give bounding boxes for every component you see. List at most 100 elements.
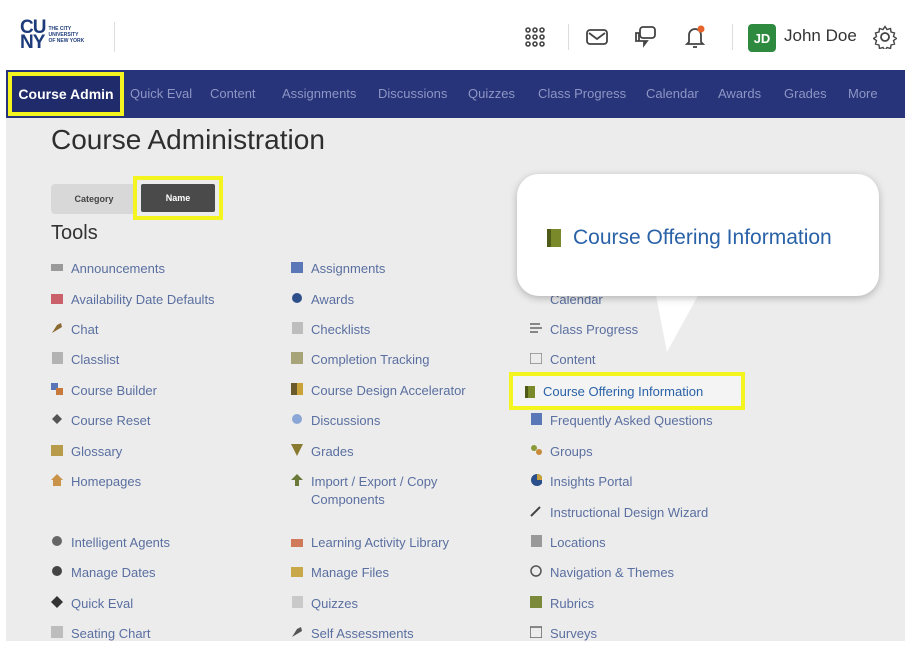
chat-bubbles-icon[interactable] (632, 24, 658, 50)
tool-label: Groups (550, 444, 593, 459)
waffle-icon[interactable] (522, 24, 548, 50)
tool-locations[interactable]: Locations (530, 534, 606, 552)
nav-quizzes[interactable]: Quizzes (468, 86, 515, 101)
gear-icon[interactable] (872, 24, 898, 50)
tool-label: Manage Files (311, 565, 390, 580)
nav-quick-eval[interactable]: Quick Eval (130, 86, 192, 101)
tool-self-assessments[interactable]: Self Assessments (291, 625, 414, 641)
user-name[interactable]: John Doe (784, 26, 857, 46)
tool-label: Seating Chart (71, 626, 151, 641)
tool-insights-portal[interactable]: Insights Portal (530, 473, 632, 491)
tools-heading: Tools (51, 222, 98, 244)
home-icon (51, 474, 63, 486)
agent-icon (51, 535, 63, 547)
tool-import-export-copy[interactable]: Import / Export / Copy Components (291, 473, 481, 509)
tool-availability-date-defaults[interactable]: Availability Date Defaults (51, 291, 215, 309)
tool-announcements[interactable]: Announcements (51, 260, 165, 278)
course-navbar: Course Admin Quick Eval Content Assignme… (6, 70, 905, 118)
tool-label: Availability Date Defaults (71, 292, 215, 307)
bell-icon[interactable] (682, 24, 708, 50)
tool-discussions[interactable]: Discussions (291, 412, 380, 430)
reset-icon (51, 413, 63, 425)
tool-quizzes[interactable]: Quizzes (291, 595, 358, 613)
tool-label: Course Design Accelerator (311, 383, 466, 398)
grades-icon (291, 444, 303, 456)
page-title: Course Administration (51, 124, 325, 155)
header-divider (568, 24, 569, 50)
nav-course-admin-label: Course Admin (18, 86, 114, 102)
calendar-icon (51, 292, 63, 304)
quick-eval-icon (51, 596, 63, 608)
checklist-icon (291, 322, 303, 334)
nav-calendar[interactable]: Calendar (646, 86, 699, 101)
tool-glossary[interactable]: Glossary (51, 443, 122, 461)
tool-classlist[interactable]: Classlist (51, 351, 119, 369)
course-offering-information-highlight[interactable]: Course Offering Information (509, 372, 745, 410)
tool-manage-files[interactable]: Manage Files (291, 564, 389, 582)
tool-frequently-asked-questions[interactable]: Frequently Asked Questions (530, 412, 713, 430)
nav-more[interactable]: More (848, 86, 878, 101)
logo-text: THE CITY UNIVERSITY OF NEW YORK (48, 26, 85, 44)
toggle-name-button[interactable]: Name (141, 184, 215, 212)
tool-label: Glossary (71, 444, 123, 459)
tool-assignments[interactable]: Assignments (291, 260, 385, 278)
mail-icon[interactable] (584, 24, 610, 50)
tool-label: Self Assessments (311, 626, 414, 641)
cuny-logo[interactable]: CU NY THE CITY UNIVERSITY OF NEW YORK (20, 18, 85, 52)
tool-grades[interactable]: Grades (291, 443, 354, 461)
tool-completion-tracking[interactable]: Completion Tracking (291, 351, 430, 369)
tool-label: Rubrics (550, 596, 595, 611)
tool-rubrics[interactable]: Rubrics (530, 595, 594, 613)
tool-groups[interactable]: Groups (530, 443, 593, 461)
tool-instructional-design-wizard[interactable]: Instructional Design Wizard (530, 504, 708, 522)
toggle-category-button[interactable]: Category (51, 184, 137, 214)
tool-label: Completion Tracking (311, 352, 430, 367)
tool-course-design-accelerator[interactable]: Course Design Accelerator (291, 382, 466, 400)
nav-assignments[interactable]: Assignments (282, 86, 356, 101)
self-assessment-icon (291, 626, 303, 638)
faq-icon (530, 413, 542, 425)
tool-learning-activity-library[interactable]: Learning Activity Library (291, 534, 449, 552)
content-icon (530, 352, 542, 364)
insights-pie-icon (530, 474, 542, 486)
tool-class-progress[interactable]: Class Progress (530, 321, 638, 339)
tool-label: Course Reset (71, 413, 151, 428)
tool-course-reset[interactable]: Course Reset (51, 412, 150, 430)
nav-content[interactable]: Content (210, 86, 256, 101)
tool-chat[interactable]: Chat (51, 321, 98, 339)
view-toggle: Category Name (51, 176, 223, 220)
tool-navigation-themes[interactable]: Navigation & Themes (530, 564, 674, 582)
tool-label: Locations (550, 535, 606, 550)
tool-content[interactable]: Content (530, 351, 596, 369)
tool-homepages[interactable]: Homepages (51, 473, 141, 491)
wand-icon (530, 505, 542, 517)
tool-quick-eval[interactable]: Quick Eval (51, 595, 133, 613)
tool-intelligent-agents[interactable]: Intelligent Agents (51, 534, 170, 552)
nav-class-progress[interactable]: Class Progress (538, 86, 626, 101)
tool-seating-chart[interactable]: Seating Chart (51, 625, 151, 641)
course-offering-information-link[interactable]: Course Offering Information (543, 384, 703, 399)
book-icon (51, 444, 63, 456)
tool-label: Import / Export / Copy Components (311, 474, 438, 507)
tool-label: Course Builder (71, 383, 157, 398)
groups-icon (530, 444, 542, 456)
nav-course-admin[interactable]: Course Admin (8, 72, 124, 116)
tool-course-builder[interactable]: Course Builder (51, 382, 157, 400)
tool-manage-dates[interactable]: Manage Dates (51, 564, 156, 582)
discussion-icon (291, 413, 303, 425)
user-avatar[interactable]: JD (748, 24, 776, 52)
rubric-icon (530, 596, 542, 608)
tool-checklists[interactable]: Checklists (291, 321, 370, 339)
nav-grades[interactable]: Grades (784, 86, 827, 101)
library-icon (291, 535, 303, 547)
progress-icon (530, 322, 542, 334)
tool-label: Awards (311, 292, 355, 307)
classlist-icon (51, 352, 63, 364)
tool-label: Checklists (311, 322, 371, 337)
tool-awards[interactable]: Awards (291, 291, 354, 309)
nav-discussions[interactable]: Discussions (378, 86, 447, 101)
survey-icon (530, 626, 542, 638)
tool-label: Learning Activity Library (311, 535, 450, 550)
tool-surveys[interactable]: Surveys (530, 625, 597, 641)
nav-awards[interactable]: Awards (718, 86, 761, 101)
